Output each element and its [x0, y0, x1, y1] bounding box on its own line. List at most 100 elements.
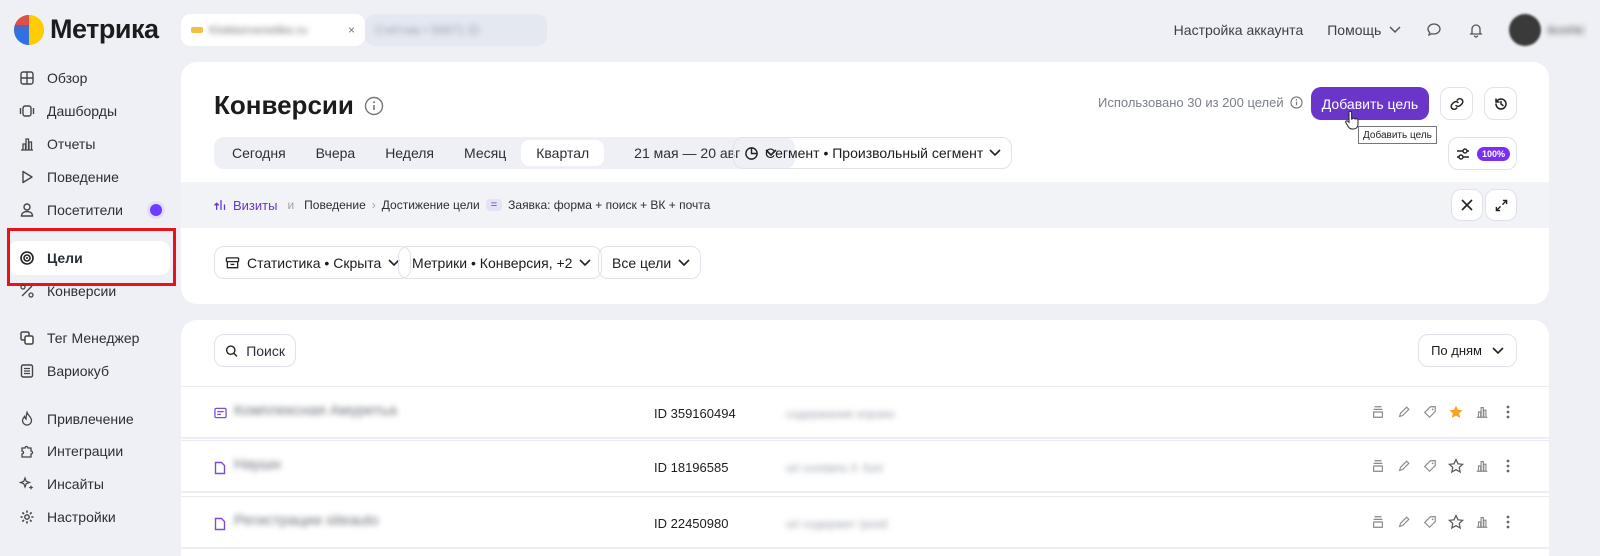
counter-color-icon [191, 27, 203, 33]
search-button[interactable]: Поиск [214, 334, 296, 367]
copy-link-button[interactable] [1440, 87, 1473, 120]
sidebar-item-insights[interactable]: Инсайты [14, 469, 174, 499]
metrics-filter[interactable]: Метрики • Конверсия, +2 [398, 246, 603, 279]
help-menu[interactable]: Помощь [1327, 22, 1401, 38]
sidebar-item-dashboards[interactable]: Дашборды [14, 96, 174, 126]
chevron-down-icon [678, 258, 690, 266]
report-icon[interactable] [1473, 457, 1491, 475]
goal-row[interactable]: Регистрации siteauto ID 22450980 url сод… [181, 496, 1549, 548]
goal-id: ID 22450980 [654, 516, 729, 531]
goal-name[interactable]: Комплексная Амуретьа [234, 402, 397, 419]
user-menu[interactable]: ikoshki [1509, 14, 1584, 46]
sampling-button[interactable]: 100% [1448, 137, 1517, 170]
breadcrumb-goal-reach[interactable]: Достижение цели [382, 198, 480, 212]
sidebar-item-variocube[interactable]: Вариокуб [14, 356, 174, 386]
sidebar-item-label: Отчеты [47, 136, 96, 152]
breadcrumb-visits[interactable]: Визиты [214, 198, 277, 213]
expand-segment-button[interactable] [1485, 189, 1517, 221]
sidebar-item-label: Поведение [47, 169, 119, 185]
sidebar-item-visitors[interactable]: Посетители [14, 195, 174, 225]
archive-icon[interactable] [1369, 513, 1387, 531]
flame-icon [21, 411, 33, 426]
edit-icon[interactable] [1395, 457, 1413, 475]
sidebar-item-reports[interactable]: Отчеты [14, 129, 174, 159]
goal-condition: url содержит /post/ [786, 517, 889, 531]
goal-name[interactable]: Наушн [234, 456, 281, 473]
period-week[interactable]: Неделя [370, 140, 449, 166]
chat-icon[interactable] [1425, 21, 1443, 39]
goals-filter[interactable]: Все цели [598, 246, 702, 279]
percent-icon [20, 284, 34, 298]
sidebar-item-settings[interactable]: Настройки [14, 502, 174, 532]
goal-condition: содержание корзин [786, 407, 895, 421]
variocube-icon [20, 364, 34, 378]
chevron-down-icon [989, 149, 1001, 157]
metrika-logo[interactable]: Метрика [14, 14, 159, 45]
sidebar-item-label: Конверсии [47, 283, 117, 299]
more-menu-icon[interactable] [1499, 403, 1517, 421]
edit-icon[interactable] [1395, 403, 1413, 421]
dashboard-icon [19, 105, 35, 117]
tag-icon[interactable] [1421, 403, 1439, 421]
sidebar-item-conversions[interactable]: Конверсии [14, 276, 174, 306]
stats-box-icon [225, 256, 240, 268]
goal-row[interactable]: Комплексная Амуретьа ID 359160494 содерж… [181, 386, 1549, 438]
period-today[interactable]: Сегодня [217, 140, 301, 166]
logo-text: Метрика [50, 14, 159, 44]
tag-manager-icon [20, 331, 34, 345]
star-icon[interactable] [1447, 513, 1465, 531]
tag-icon[interactable] [1421, 513, 1439, 531]
sidebar-item-integrations[interactable]: Интеграции [14, 436, 174, 466]
counter-id-pill[interactable]: Счётчик • 56871 ID [365, 14, 547, 46]
edit-icon[interactable] [1395, 513, 1413, 531]
sidebar-item-label: Интеграции [47, 443, 124, 459]
more-menu-icon[interactable] [1499, 513, 1517, 531]
bell-icon[interactable] [1467, 21, 1485, 39]
goals-header-card: Конверсии Использовано 30 из 200 целей Д… [181, 62, 1549, 304]
account-settings-link[interactable]: Настройка аккаунта [1174, 22, 1304, 38]
segment-label: Сегмент • Произвольный сегмент [765, 145, 984, 161]
play-icon [22, 170, 33, 184]
history-button[interactable] [1484, 87, 1517, 120]
breadcrumb-goal-value[interactable]: Заявка: форма + поиск + ВК + почта [508, 198, 710, 212]
sidebar-item-acquisition[interactable]: Привлечение [14, 404, 174, 434]
stats-filter[interactable]: Статистика • Скрыта [214, 246, 412, 279]
add-goal-button[interactable]: Добавить цель [1311, 87, 1429, 120]
chart-icon [21, 138, 33, 151]
sidebar-item-label: Инсайты [47, 476, 104, 492]
page-title: Конверсии [214, 90, 384, 121]
period-month[interactable]: Месяц [449, 140, 521, 166]
star-filled-icon[interactable] [1447, 403, 1465, 421]
group-by-select[interactable]: По дням [1418, 334, 1517, 367]
archive-icon[interactable] [1369, 403, 1387, 421]
counter-close-icon[interactable]: × [348, 23, 355, 37]
form-goal-icon [214, 407, 227, 419]
avatar [1509, 14, 1542, 46]
archive-icon[interactable] [1369, 457, 1387, 475]
tag-icon[interactable] [1421, 457, 1439, 475]
counter-selector[interactable]: Klokkervenelike.ru × [181, 14, 365, 46]
report-icon[interactable] [1473, 513, 1491, 531]
period-yesterday[interactable]: Вчера [301, 140, 371, 166]
info-small-icon[interactable] [1289, 96, 1303, 109]
sidebar-item-label: Привлечение [47, 411, 134, 427]
goal-name[interactable]: Регистрации siteauto [234, 512, 379, 529]
new-badge-dot [150, 204, 162, 216]
star-icon[interactable] [1447, 457, 1465, 475]
info-icon[interactable] [364, 96, 384, 116]
sidebar-item-behavior[interactable]: Поведение [14, 162, 174, 192]
visits-icon [214, 199, 226, 211]
counter-name: Klokkervenelike.ru [209, 23, 308, 37]
report-icon[interactable] [1473, 403, 1491, 421]
segment-selector[interactable]: Сегмент • Произвольный сегмент [733, 137, 1013, 169]
breadcrumb-behavior[interactable]: Поведение [304, 198, 366, 212]
goal-row[interactable]: Наушн ID 18196585 url contains /l. fun/ [181, 440, 1549, 492]
period-quarter[interactable]: Квартал [521, 140, 605, 166]
sidebar-item-label: Обзор [47, 70, 88, 86]
help-label: Помощь [1327, 22, 1382, 38]
sidebar-item-tag-manager[interactable]: Тег Менеджер [14, 323, 174, 353]
chevron-down-icon [1492, 346, 1504, 354]
clear-segment-button[interactable] [1451, 189, 1483, 221]
more-menu-icon[interactable] [1499, 457, 1517, 475]
sidebar-item-overview[interactable]: Обзор [14, 63, 174, 93]
